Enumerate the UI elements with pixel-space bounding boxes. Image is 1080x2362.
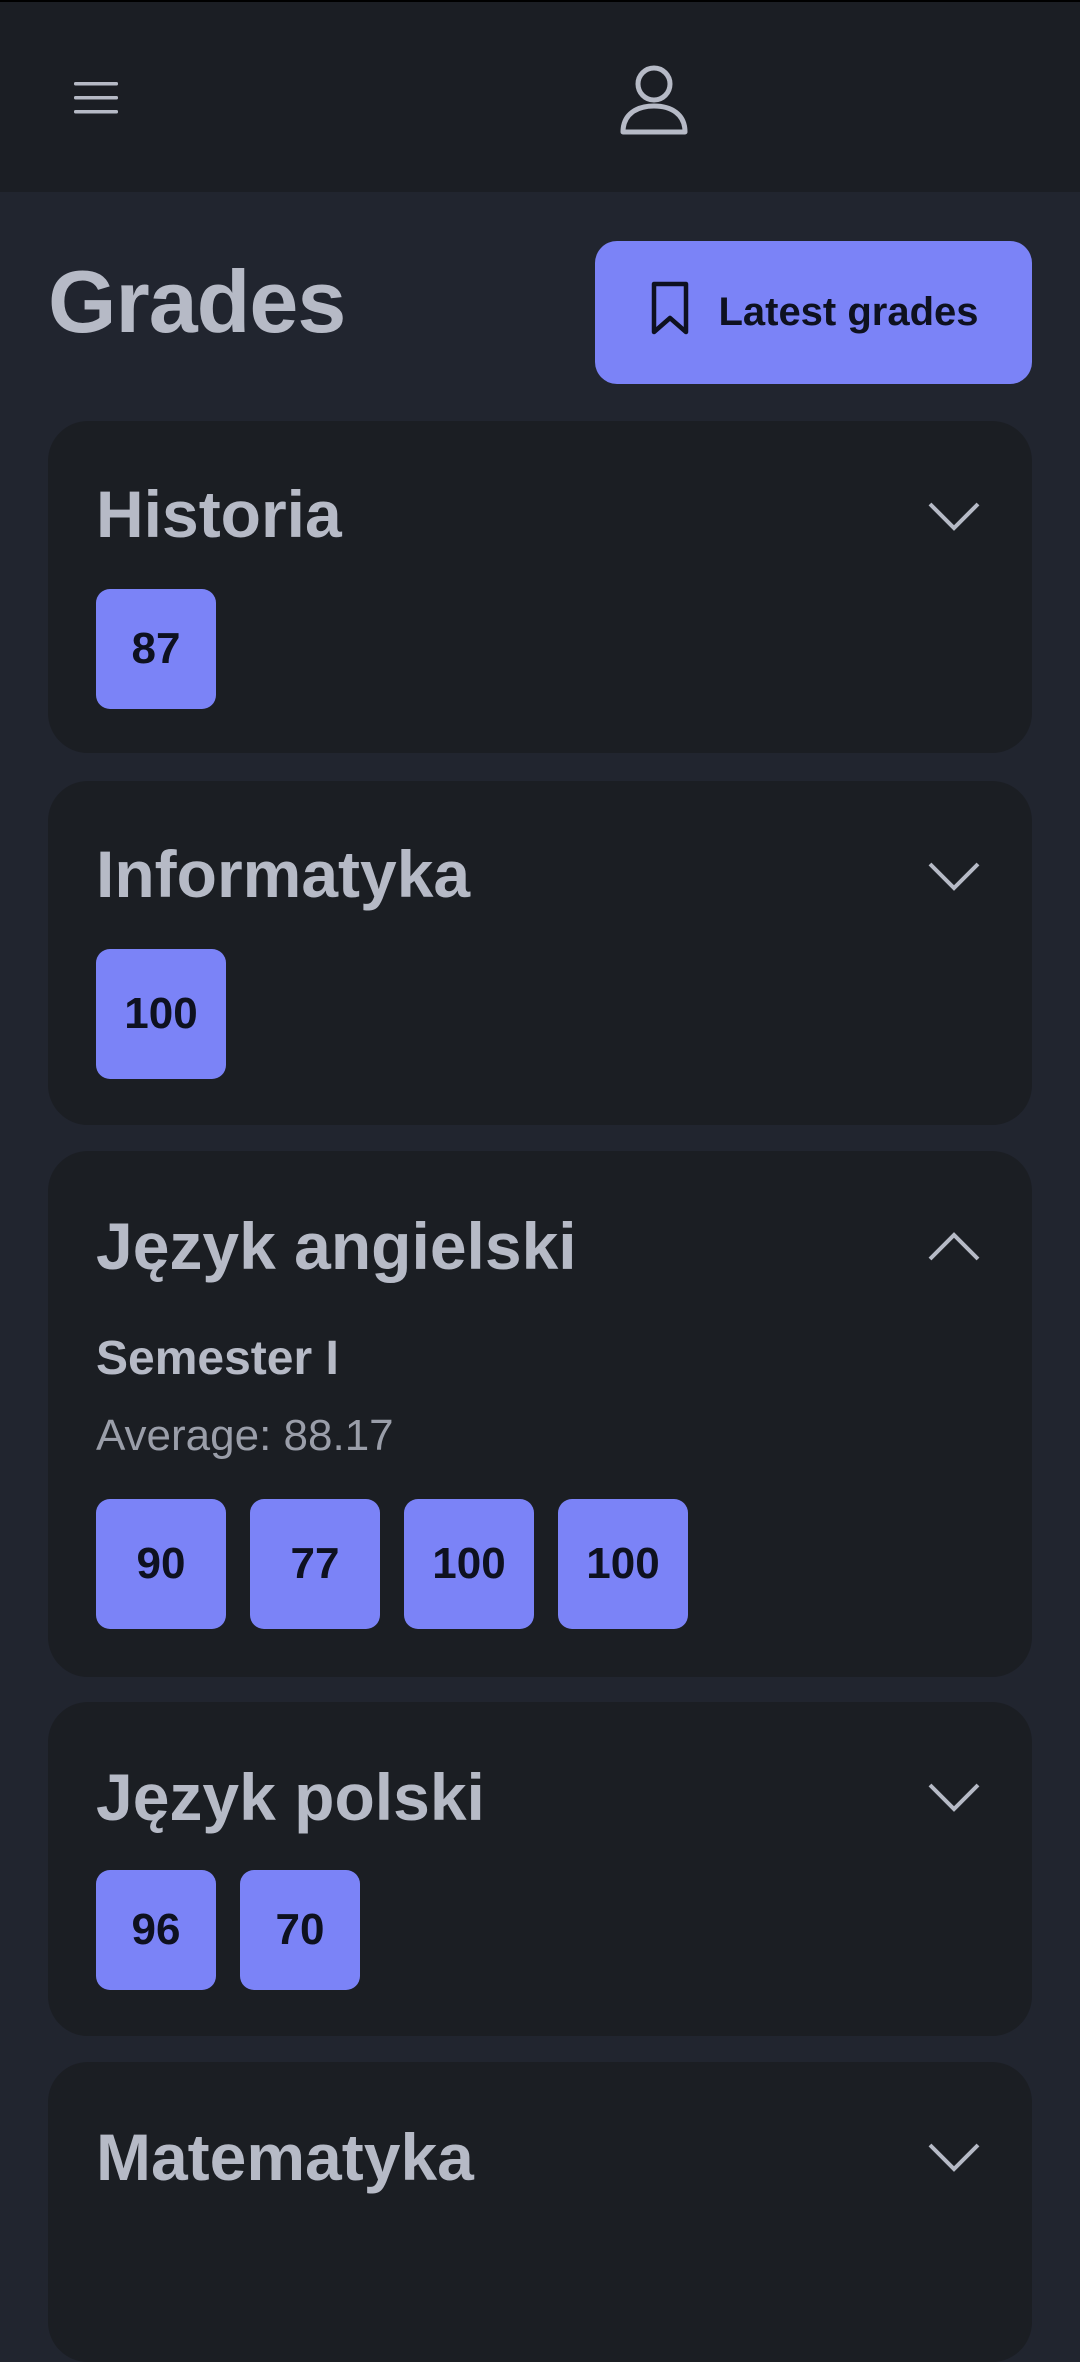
subject-title: Matematyka bbox=[96, 2120, 474, 2194]
chevron-down-icon[interactable] bbox=[924, 1777, 984, 1817]
grade-badge[interactable]: 87 bbox=[96, 589, 216, 709]
grade-badge[interactable]: 100 bbox=[404, 1499, 534, 1629]
subject-title: Historia bbox=[96, 477, 342, 551]
page-title: Grades bbox=[48, 252, 346, 351]
top-app-bar bbox=[0, 0, 1080, 192]
menu-button[interactable] bbox=[60, 64, 132, 136]
latest-grades-label: Latest grades bbox=[718, 290, 979, 334]
chevron-down-icon[interactable] bbox=[924, 496, 984, 536]
profile-button[interactable] bbox=[612, 60, 696, 144]
grade-badge[interactable]: 100 bbox=[558, 1499, 688, 1629]
bookmark-icon bbox=[648, 280, 692, 346]
grade-list: 90 77 100 100 bbox=[96, 1499, 688, 1629]
subject-title: Informatyka bbox=[96, 837, 471, 911]
grade-badge[interactable]: 100 bbox=[96, 949, 226, 1079]
grade-list: 100 bbox=[96, 949, 226, 1079]
subject-card-jezyk-angielski[interactable]: Język angielski Semester I Average: 88.1… bbox=[48, 1151, 1032, 1677]
average-label: Average: 88.17 bbox=[96, 1411, 394, 1460]
grade-badge[interactable]: 96 bbox=[96, 1870, 216, 1990]
subject-card-informatyka[interactable]: Informatyka 100 bbox=[48, 781, 1032, 1125]
chevron-down-icon[interactable] bbox=[924, 856, 984, 896]
grade-list: 96 70 bbox=[96, 1870, 360, 1990]
grade-badge[interactable]: 70 bbox=[240, 1870, 360, 1990]
grade-badge[interactable]: 90 bbox=[96, 1499, 226, 1629]
chevron-up-icon[interactable] bbox=[924, 1227, 984, 1267]
chevron-down-icon[interactable] bbox=[924, 2137, 984, 2177]
subject-card-jezyk-polski[interactable]: Język polski 96 70 bbox=[48, 1702, 1032, 2036]
semester-label: Semester I bbox=[96, 1332, 339, 1385]
subject-title: Język polski bbox=[96, 1760, 485, 1834]
grade-list: 87 bbox=[96, 589, 216, 709]
hamburger-menu-icon bbox=[74, 80, 118, 121]
grade-badge[interactable]: 77 bbox=[250, 1499, 380, 1629]
user-profile-icon bbox=[619, 64, 689, 141]
latest-grades-button[interactable]: Latest grades bbox=[595, 241, 1032, 384]
subject-card-matematyka[interactable]: Matematyka bbox=[48, 2062, 1032, 2362]
subject-card-historia[interactable]: Historia 87 bbox=[48, 421, 1032, 753]
subject-title: Język angielski bbox=[96, 1209, 577, 1283]
